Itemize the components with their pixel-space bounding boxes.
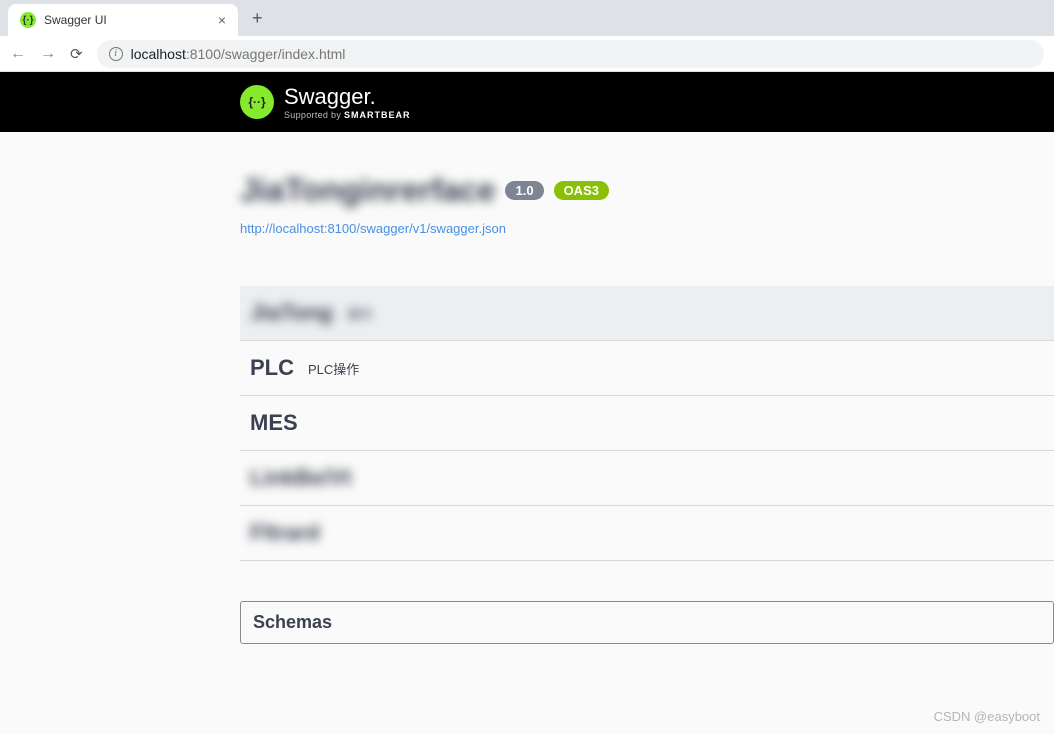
browser-chrome: {·} Swagger UI × + ← → ⟳ i localhost:810… bbox=[0, 0, 1054, 72]
brand-name: Swagger bbox=[284, 84, 370, 109]
tag-description: 操作 bbox=[347, 304, 373, 323]
forward-button[interactable]: → bbox=[40, 45, 56, 63]
schemas-title: Schemas bbox=[253, 612, 332, 632]
swagger-logo-icon: {··} bbox=[240, 85, 274, 119]
tag-name: MES bbox=[250, 410, 298, 436]
watermark: CSDN @easyboot bbox=[934, 709, 1040, 724]
tag-name: JiaTong bbox=[250, 300, 333, 326]
address-bar[interactable]: i localhost:8100/swagger/index.html bbox=[97, 40, 1044, 68]
version-badge: 1.0 bbox=[505, 181, 543, 200]
tag-name: Fltrard bbox=[250, 520, 320, 546]
oas-badge: OAS3 bbox=[554, 181, 609, 200]
back-button[interactable]: ← bbox=[10, 45, 26, 63]
swagger-favicon-icon: {·} bbox=[20, 12, 36, 28]
tag-row[interactable]: LinkBe/Vt bbox=[240, 451, 1054, 506]
tag-row[interactable]: JiaTong 操作 bbox=[240, 286, 1054, 341]
api-title: JiaTonginrerface bbox=[240, 172, 495, 209]
address-bar-row: ← → ⟳ i localhost:8100/swagger/index.htm… bbox=[0, 36, 1054, 72]
tag-row[interactable]: Fltrard bbox=[240, 506, 1054, 561]
browser-tab[interactable]: {·} Swagger UI × bbox=[8, 4, 238, 36]
tags-section: JiaTong 操作 PLC PLC操作 MES LinkBe/Vt Fltrard bbox=[240, 286, 1054, 561]
schemas-section[interactable]: Schemas bbox=[240, 601, 1054, 644]
address-url: localhost:8100/swagger/index.html bbox=[131, 46, 346, 62]
tab-bar: {·} Swagger UI × + bbox=[0, 0, 1054, 36]
tag-row[interactable]: PLC PLC操作 bbox=[240, 341, 1054, 396]
swagger-topbar: {··} Swagger. Supported by SMARTBEAR bbox=[0, 72, 1054, 132]
spec-url-link[interactable]: http://localhost:8100/swagger/v1/swagger… bbox=[240, 221, 506, 236]
api-title-row: JiaTonginrerface 1.0 OAS3 bbox=[240, 172, 1054, 209]
tab-title: Swagger UI bbox=[44, 13, 210, 27]
reload-button[interactable]: ⟳ bbox=[70, 45, 83, 63]
tag-name: LinkBe/Vt bbox=[250, 465, 351, 491]
tag-name: PLC bbox=[250, 355, 294, 381]
close-tab-icon[interactable]: × bbox=[218, 12, 226, 28]
site-info-icon[interactable]: i bbox=[109, 47, 123, 61]
svg-text:{··}: {··} bbox=[248, 95, 266, 109]
new-tab-button[interactable]: + bbox=[238, 8, 277, 29]
swagger-brand: Swagger. Supported by SMARTBEAR bbox=[284, 84, 410, 120]
swagger-content: JiaTonginrerface 1.0 OAS3 http://localho… bbox=[0, 132, 1054, 644]
tag-row[interactable]: MES bbox=[240, 396, 1054, 451]
brand-subtitle: Supported by SMARTBEAR bbox=[284, 110, 410, 120]
tag-description: PLC操作 bbox=[308, 359, 359, 378]
